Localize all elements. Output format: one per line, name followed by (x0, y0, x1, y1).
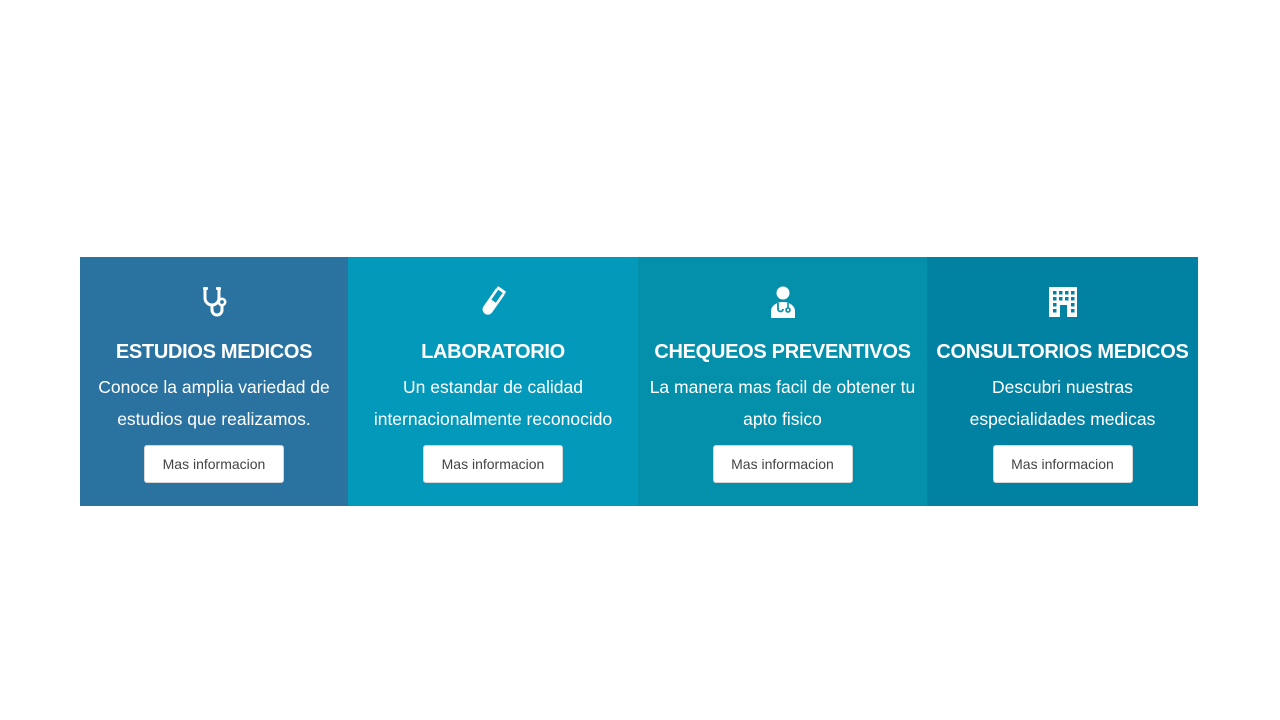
services-strip: ESTUDIOS MEDICOS Conoce la amplia varied… (80, 257, 1198, 506)
service-card-laboratorio: LABORATORIO Un estandar de calidad inter… (348, 257, 638, 506)
card-title: CHEQUEOS PREVENTIVOS (654, 341, 911, 363)
more-info-button-consultorios[interactable]: Mas informacion (992, 445, 1133, 483)
service-card-chequeos-preventivos: CHEQUEOS PREVENTIVOS La manera mas facil… (638, 257, 927, 506)
more-info-button-chequeos[interactable]: Mas informacion (712, 445, 853, 483)
more-info-button-laboratorio[interactable]: Mas informacion (423, 445, 563, 483)
card-description: Descubri nuestras especialidades medicas (969, 377, 1156, 429)
card-title: LABORATORIO (421, 341, 565, 363)
stethoscope-icon (196, 284, 232, 320)
card-title: CONSULTORIOS MEDICOS (936, 341, 1189, 363)
more-info-button-estudios[interactable]: Mas informacion (144, 445, 284, 483)
test-tube-icon (475, 284, 511, 320)
card-description: Conoce la amplia variedad de estudios qu… (98, 377, 330, 429)
doctor-icon (765, 284, 801, 320)
card-description: Un estandar de calidad internacionalment… (373, 377, 613, 429)
hospital-building-icon (1045, 284, 1081, 320)
service-card-consultorios-medicos: CONSULTORIOS MEDICOS Descubri nuestras e… (927, 257, 1198, 506)
card-title: ESTUDIOS MEDICOS (115, 341, 313, 363)
service-card-estudios-medicos: ESTUDIOS MEDICOS Conoce la amplia varied… (80, 257, 348, 506)
card-description: La manera mas facil de obtener tu apto f… (649, 377, 916, 429)
